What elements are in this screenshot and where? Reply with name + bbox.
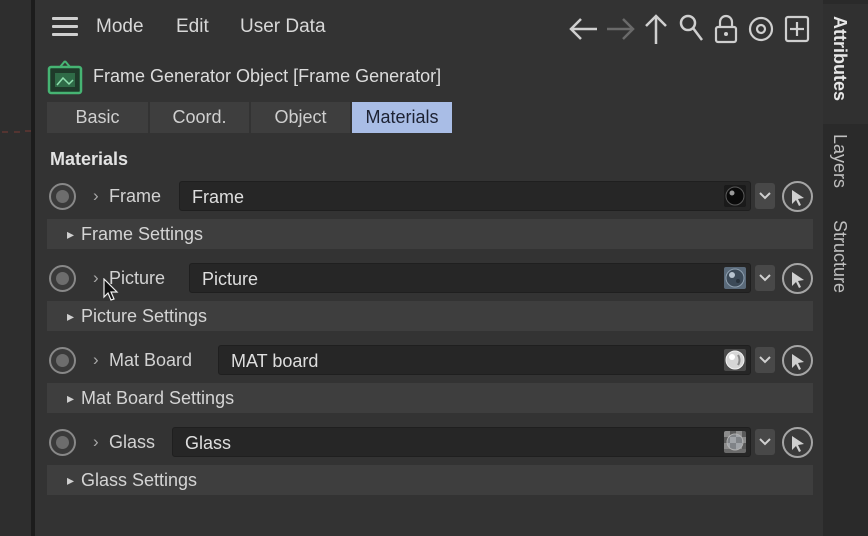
dropdown-arrow-icon[interactable]: [755, 265, 775, 291]
frame-generator-icon: [47, 60, 83, 95]
settings-label: Mat Board Settings: [81, 388, 235, 408]
material-field-picture[interactable]: Picture: [189, 263, 751, 293]
animate-toggle-icon[interactable]: [49, 265, 76, 292]
object-header: Frame Generator Object [Frame Generator]: [47, 58, 807, 96]
side-tab-attributes[interactable]: Attributes: [823, 4, 868, 124]
chevron-right-icon[interactable]: ›: [93, 268, 99, 288]
material-label-frame: Frame: [109, 186, 162, 206]
pick-cursor-icon[interactable]: [782, 181, 813, 212]
lock-icon[interactable]: [713, 12, 739, 46]
dropdown-arrow-icon[interactable]: [755, 429, 775, 455]
target-icon[interactable]: [747, 12, 775, 46]
side-tab-label: Structure: [830, 220, 850, 294]
material-label-glass: Glass: [109, 432, 156, 452]
object-title: Frame Generator Object [Frame Generator]: [93, 66, 442, 86]
hamburger-menu-icon[interactable]: [52, 17, 78, 39]
black-sphere-swatch-icon: [724, 185, 746, 207]
menu-user-data[interactable]: User Data: [240, 16, 326, 38]
search-icon[interactable]: [677, 12, 705, 46]
settings-row-mat-board[interactable]: ▸ Mat Board Settings: [47, 383, 813, 413]
triangle-right-icon: ▸: [67, 472, 75, 488]
material-row-glass: › Glass Glass: [47, 427, 813, 459]
triangle-right-icon: ▸: [67, 390, 75, 406]
pick-cursor-icon[interactable]: [782, 263, 813, 294]
viewport-grid-lines: [2, 130, 31, 133]
attribute-manager-panel: Mode Edit User Data Frame Generator Obje…: [35, 0, 823, 536]
section-title-materials: Materials: [50, 149, 129, 169]
material-value: Frame: [192, 187, 245, 207]
material-row-mat-board: › Mat Board MAT board: [47, 345, 813, 377]
animate-toggle-icon[interactable]: [49, 347, 76, 374]
settings-row-glass[interactable]: ▸ Glass Settings: [47, 465, 813, 495]
mouse-cursor-icon: [103, 278, 119, 301]
menu-edit[interactable]: Edit: [176, 16, 209, 38]
dropdown-arrow-icon[interactable]: [755, 347, 775, 373]
tab-basic[interactable]: Basic: [47, 102, 148, 133]
menubar: Mode Edit User Data: [35, 0, 823, 54]
settings-row-frame[interactable]: ▸ Frame Settings: [47, 219, 813, 249]
side-tab-layers[interactable]: Layers: [823, 126, 868, 210]
tab-coord[interactable]: Coord.: [150, 102, 249, 133]
up-arrow-icon[interactable]: [641, 12, 671, 46]
material-value: Picture: [202, 269, 259, 289]
settings-row-picture[interactable]: ▸ Picture Settings: [47, 301, 813, 331]
material-row-picture: › Picture Picture: [47, 263, 813, 295]
material-field-mat-board[interactable]: MAT board: [218, 345, 751, 375]
viewport-strip: [0, 0, 31, 536]
textured-sphere-swatch-icon: [724, 267, 746, 289]
material-field-glass[interactable]: Glass: [172, 427, 751, 457]
side-tab-label: Layers: [830, 134, 850, 189]
checker-sphere-swatch-icon: [724, 431, 746, 453]
settings-label: Picture Settings: [81, 306, 208, 326]
material-value: MAT board: [231, 351, 319, 371]
material-label-mat-board: Mat Board: [109, 350, 193, 370]
material-row-frame: › Frame Frame: [47, 181, 813, 213]
settings-label: Frame Settings: [81, 224, 204, 244]
chevron-right-icon[interactable]: ›: [93, 350, 99, 370]
chevron-right-icon[interactable]: ›: [93, 432, 99, 452]
tab-bar: Basic Coord. Object Materials: [47, 102, 454, 133]
tab-object[interactable]: Object: [251, 102, 350, 133]
side-tab-label: Attributes: [830, 16, 850, 101]
pick-cursor-icon[interactable]: [782, 345, 813, 376]
material-field-frame[interactable]: Frame: [179, 181, 751, 211]
toolbar-icons: [565, 12, 815, 46]
settings-label: Glass Settings: [81, 470, 198, 490]
new-panel-icon[interactable]: [783, 12, 811, 46]
side-tab-structure[interactable]: Structure: [823, 212, 868, 322]
tab-materials[interactable]: Materials: [352, 102, 452, 133]
side-tab-bar: Attributes Layers Structure: [823, 0, 868, 536]
triangle-right-icon: ▸: [67, 226, 75, 242]
chevron-right-icon[interactable]: ›: [93, 186, 99, 206]
dropdown-arrow-icon[interactable]: [755, 183, 775, 209]
back-arrow-icon[interactable]: [567, 12, 601, 46]
animate-toggle-icon[interactable]: [49, 429, 76, 456]
pick-cursor-icon[interactable]: [782, 427, 813, 458]
triangle-right-icon: ▸: [67, 308, 75, 324]
white-sphere-swatch-icon: [724, 349, 746, 371]
material-value: Glass: [185, 433, 232, 453]
menu-mode[interactable]: Mode: [96, 16, 144, 38]
forward-arrow-icon[interactable]: [603, 12, 637, 46]
animate-toggle-icon[interactable]: [49, 183, 76, 210]
